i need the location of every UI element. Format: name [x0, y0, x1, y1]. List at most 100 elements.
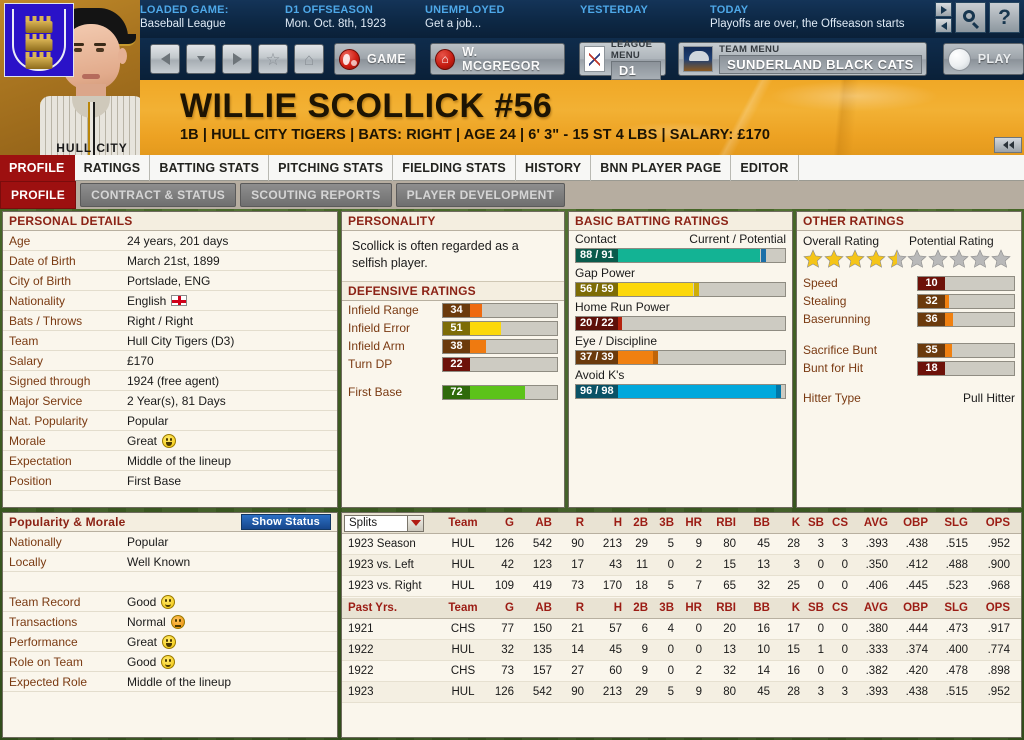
table-cell: .393	[852, 686, 892, 698]
ear-right	[118, 48, 127, 64]
detail-value: 1924 (free agent)	[127, 374, 219, 388]
table-row[interactable]: 1923 SeasonHUL12654290213295980452833.39…	[342, 534, 1021, 555]
crest-crown-2	[26, 39, 53, 51]
personality-text: Scollick is often regarded as a selfish …	[352, 238, 554, 272]
hitter-type-label: Hitter Type	[803, 391, 861, 405]
rating-label: Bunt for Hit	[803, 361, 913, 375]
batting-rating-label: Gap Power	[569, 264, 792, 280]
morale-row: Team RecordGood	[3, 592, 337, 612]
column-header: SLG	[932, 517, 972, 529]
morale-row: Role on TeamGood	[3, 652, 337, 672]
table-cell: 80	[706, 686, 740, 698]
detail-value-text: Portslade, ENG	[127, 274, 210, 288]
rating-row: Infield Range34	[342, 301, 564, 319]
help-button[interactable]: ?	[989, 2, 1020, 33]
column-header: G	[484, 602, 518, 614]
morale-row: NationallyPopular	[3, 532, 337, 552]
history-dropdown-button[interactable]	[186, 44, 216, 74]
tab-history[interactable]: HISTORY	[516, 155, 591, 181]
tab-pitching-stats[interactable]: PITCHING STATS	[269, 155, 393, 181]
table-cell: .374	[892, 644, 932, 656]
table-row[interactable]: 1921CHS77150215764020161700.380.444.473.…	[342, 619, 1021, 640]
subtab-profile[interactable]: PROFILE	[0, 181, 76, 209]
table-cell: 0	[828, 665, 852, 677]
collapse-banner-button[interactable]	[994, 137, 1022, 153]
league-menu-button[interactable]: LEAGUE MENU D1	[579, 42, 666, 76]
good-face-icon	[161, 595, 175, 609]
play-button[interactable]: PLAY	[943, 43, 1024, 75]
team-menu-button[interactable]: TEAM MENU SUNDERLAND BLACK CATS	[678, 42, 927, 76]
loaded-game-value: Baseball League	[140, 17, 285, 32]
table-cell: 32	[740, 580, 774, 592]
batting-header-row: ContactCurrent / Potential	[569, 231, 792, 246]
table-cell: 28	[774, 538, 804, 550]
detail-value-text: £170	[127, 354, 154, 368]
splits-column-headers: TeamGABRH2B3BHRRBIBBKSBCSAVGOBPSLGOPSOPS…	[442, 517, 1022, 529]
eyebrow-right	[94, 43, 106, 46]
table-cell: 0	[804, 623, 828, 635]
right-arrow-icon	[233, 53, 242, 65]
subtab-player-development[interactable]: PLAYER DEVELOPMENT	[396, 183, 566, 207]
table-cell: .917	[972, 623, 1014, 635]
detail-value: Middle of the lineup	[127, 454, 231, 468]
column-header: 3B	[652, 517, 678, 529]
personality-header: PERSONALITY	[342, 212, 564, 231]
personality-body: Scollick is often regarded as a selfish …	[342, 231, 564, 282]
table-row[interactable]: 1923HUL12654290213295980452833.393.438.5…	[342, 682, 1021, 703]
news-next-button[interactable]	[935, 2, 952, 17]
team-menu-value: SUNDERLAND BLACK CATS	[719, 55, 922, 74]
rating-label: Infield Arm	[348, 339, 438, 353]
rating-bar: 88 / 91	[575, 248, 786, 263]
tab-batting-stats[interactable]: BATTING STATS	[150, 155, 269, 181]
basic-batting-rows: ContactCurrent / Potential 88 / 91Gap Pow…	[569, 231, 792, 400]
news-prev-button[interactable]	[935, 18, 952, 33]
primary-tab-bar: PROFILERATINGSBATTING STATSPITCHING STAT…	[0, 155, 1024, 181]
tab-editor[interactable]: EDITOR	[731, 155, 798, 181]
morale-label: Nationally	[9, 535, 127, 549]
game-menu-button[interactable]: GAME	[334, 43, 416, 75]
other-ratings-panel: OTHER RATINGS Overall Rating Potential R…	[796, 211, 1022, 508]
table-cell: 90	[556, 686, 588, 698]
tab-bnn-player-page[interactable]: BNN PLAYER PAGE	[591, 155, 731, 181]
table-row[interactable]: 1922CHS73157276090232141600.382.420.478.…	[342, 661, 1021, 682]
ratings-star-headers: Overall Rating Potential Rating	[797, 231, 1021, 248]
forward-button[interactable]	[222, 44, 252, 74]
defensive-position-rows: First Base72	[342, 383, 564, 401]
favorite-button[interactable]: ☆	[258, 44, 288, 74]
team-crest-icon	[4, 3, 74, 77]
table-cell: CHS	[442, 665, 484, 677]
splits-dropdown[interactable]: Splits	[344, 515, 424, 532]
manager-menu-button[interactable]: ⌂ W. MCGREGOR	[430, 43, 565, 75]
table-cell: HUL	[442, 559, 484, 571]
tab-fielding-stats[interactable]: FIELDING STATS	[393, 155, 516, 181]
back-button[interactable]	[150, 44, 180, 74]
batting-rating-row: 88 / 91	[569, 246, 792, 264]
search-button[interactable]	[955, 2, 986, 33]
table-cell: .380	[852, 623, 892, 635]
morale-label: Team Record	[9, 595, 127, 609]
rating-label: Infield Error	[348, 321, 438, 335]
tab-ratings[interactable]: RATINGS	[75, 155, 151, 181]
table-row[interactable]: 1923 vs. RightHUL10941973170185765322500…	[342, 576, 1021, 597]
detail-value-text: 1924 (free agent)	[127, 374, 219, 388]
subtab-scouting-reports[interactable]: SCOUTING REPORTS	[240, 183, 391, 207]
morale-label: Expected Role	[9, 675, 127, 689]
table-cell: 7	[678, 580, 706, 592]
rating-potential-marker	[617, 317, 622, 330]
past-years-header-row: Past Yrs. TeamGABRH2B3BHRRBIBBKSBCSAVGOB…	[342, 598, 1021, 619]
home-button[interactable]: ⌂	[294, 44, 324, 74]
rating-bar: 22	[442, 357, 558, 372]
tab-profile[interactable]: PROFILE	[0, 155, 75, 181]
table-cell: .898	[972, 665, 1014, 677]
morale-label: Transactions	[9, 615, 127, 629]
column-header: SLG	[932, 602, 972, 614]
table-row[interactable]: 1923 vs. LeftHUL42123174311021513300.350…	[342, 555, 1021, 576]
subtab-contract-status[interactable]: CONTRACT & STATUS	[80, 183, 236, 207]
great-face-icon	[162, 434, 176, 448]
show-status-button[interactable]: Show Status	[241, 514, 331, 530]
morale-row: TransactionsNormal	[3, 612, 337, 632]
table-row[interactable]: 1922HUL32135144590013101510.333.374.400.…	[342, 640, 1021, 661]
overall-star-row	[803, 249, 907, 268]
status-employment[interactable]: UNEMPLOYED Get a job...	[425, 3, 565, 32]
home-icon: ⌂	[304, 51, 314, 68]
